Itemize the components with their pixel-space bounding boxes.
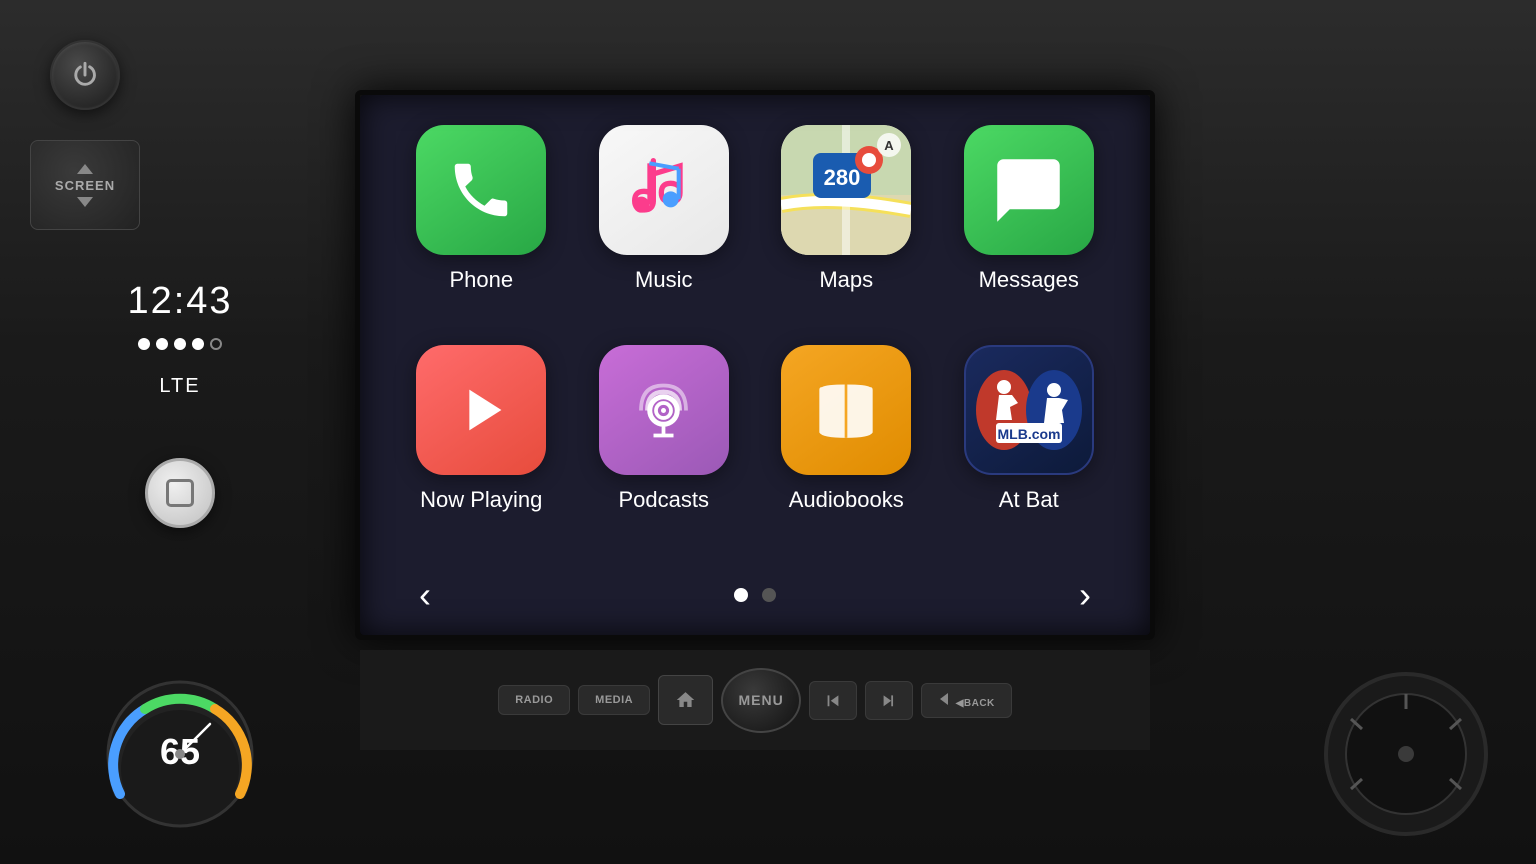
svg-text:280: 280 (824, 165, 861, 190)
speedometer-gauge: 65 (100, 674, 260, 834)
app-phone[interactable]: Phone (400, 125, 563, 325)
app-music[interactable]: ♪ Music (583, 125, 746, 325)
signal-indicator (138, 338, 222, 350)
signal-dot-1 (138, 338, 150, 350)
messages-label: Messages (979, 267, 1079, 293)
signal-dot-3 (174, 338, 186, 350)
music-icon: ♪ (599, 125, 729, 255)
page-dots (734, 588, 776, 602)
atbat-icon: MLB.com (964, 345, 1094, 475)
page-dot-1[interactable] (734, 588, 748, 602)
app-nowplaying[interactable]: Now Playing (400, 345, 563, 545)
nowplaying-icon (416, 345, 546, 475)
app-maps[interactable]: 280 A Maps (765, 125, 928, 325)
next-track-button[interactable] (865, 681, 913, 720)
left-controls: SCREEN 12:43 LTE (0, 0, 360, 650)
maps-label: Maps (819, 267, 873, 293)
atbat-label: At Bat (999, 487, 1059, 513)
arrow-down-icon (77, 197, 93, 207)
music-label: Music (635, 267, 692, 293)
page-dot-2[interactable] (762, 588, 776, 602)
screen-button[interactable]: SCREEN (30, 140, 140, 230)
signal-dot-4 (192, 338, 204, 350)
app-audiobooks[interactable]: Audiobooks (765, 345, 928, 545)
svg-text:A: A (885, 138, 895, 153)
power-button[interactable] (50, 40, 120, 110)
svg-text:MLB.com: MLB.com (997, 426, 1060, 442)
forward-nav-arrow[interactable]: › (1060, 574, 1110, 616)
screen-arrows-down (77, 197, 93, 207)
right-dial-area (1146, 644, 1536, 864)
carplay-screen: Phone ♪ (360, 95, 1150, 635)
signal-dot-5 (210, 338, 222, 350)
home-phys-button[interactable] (658, 675, 713, 725)
audiobooks-icon (781, 345, 911, 475)
right-dial (1306, 654, 1506, 854)
speedometer-area: 65 (0, 644, 360, 864)
back-button[interactable]: ◀BACK (921, 683, 1012, 718)
arrow-up-icon (77, 164, 93, 174)
phone-label: Phone (449, 267, 513, 293)
back-nav-arrow[interactable]: ‹ (400, 574, 450, 616)
network-label: LTE (159, 375, 200, 398)
home-button-inner (166, 479, 194, 507)
signal-dot-2 (156, 338, 168, 350)
physical-buttons: RADIO MEDIA MENU ◀BACK (360, 650, 1150, 750)
screen-content: Phone ♪ (360, 95, 1150, 635)
menu-button[interactable]: MENU (721, 668, 801, 733)
messages-icon (964, 125, 1094, 255)
time-display: 12:43 (127, 280, 232, 323)
menu-label: MENU (739, 692, 784, 708)
app-grid: Phone ♪ (360, 95, 1150, 555)
prev-track-button[interactable] (809, 681, 857, 720)
nowplaying-label: Now Playing (420, 487, 542, 513)
navigation-bar: ‹ › (360, 555, 1150, 635)
app-atbat[interactable]: MLB.com At Bat (948, 345, 1111, 545)
audiobooks-label: Audiobooks (789, 487, 904, 513)
home-button[interactable] (145, 458, 215, 528)
phone-icon (416, 125, 546, 255)
radio-button[interactable]: RADIO (498, 685, 570, 715)
app-podcasts[interactable]: Podcasts (583, 345, 746, 545)
screen-arrows (77, 164, 93, 174)
screen-label: SCREEN (55, 178, 115, 193)
podcasts-icon (599, 345, 729, 475)
podcasts-label: Podcasts (619, 487, 710, 513)
app-messages[interactable]: Messages (948, 125, 1111, 325)
maps-icon: 280 A (781, 125, 911, 255)
media-button[interactable]: MEDIA (578, 685, 650, 715)
